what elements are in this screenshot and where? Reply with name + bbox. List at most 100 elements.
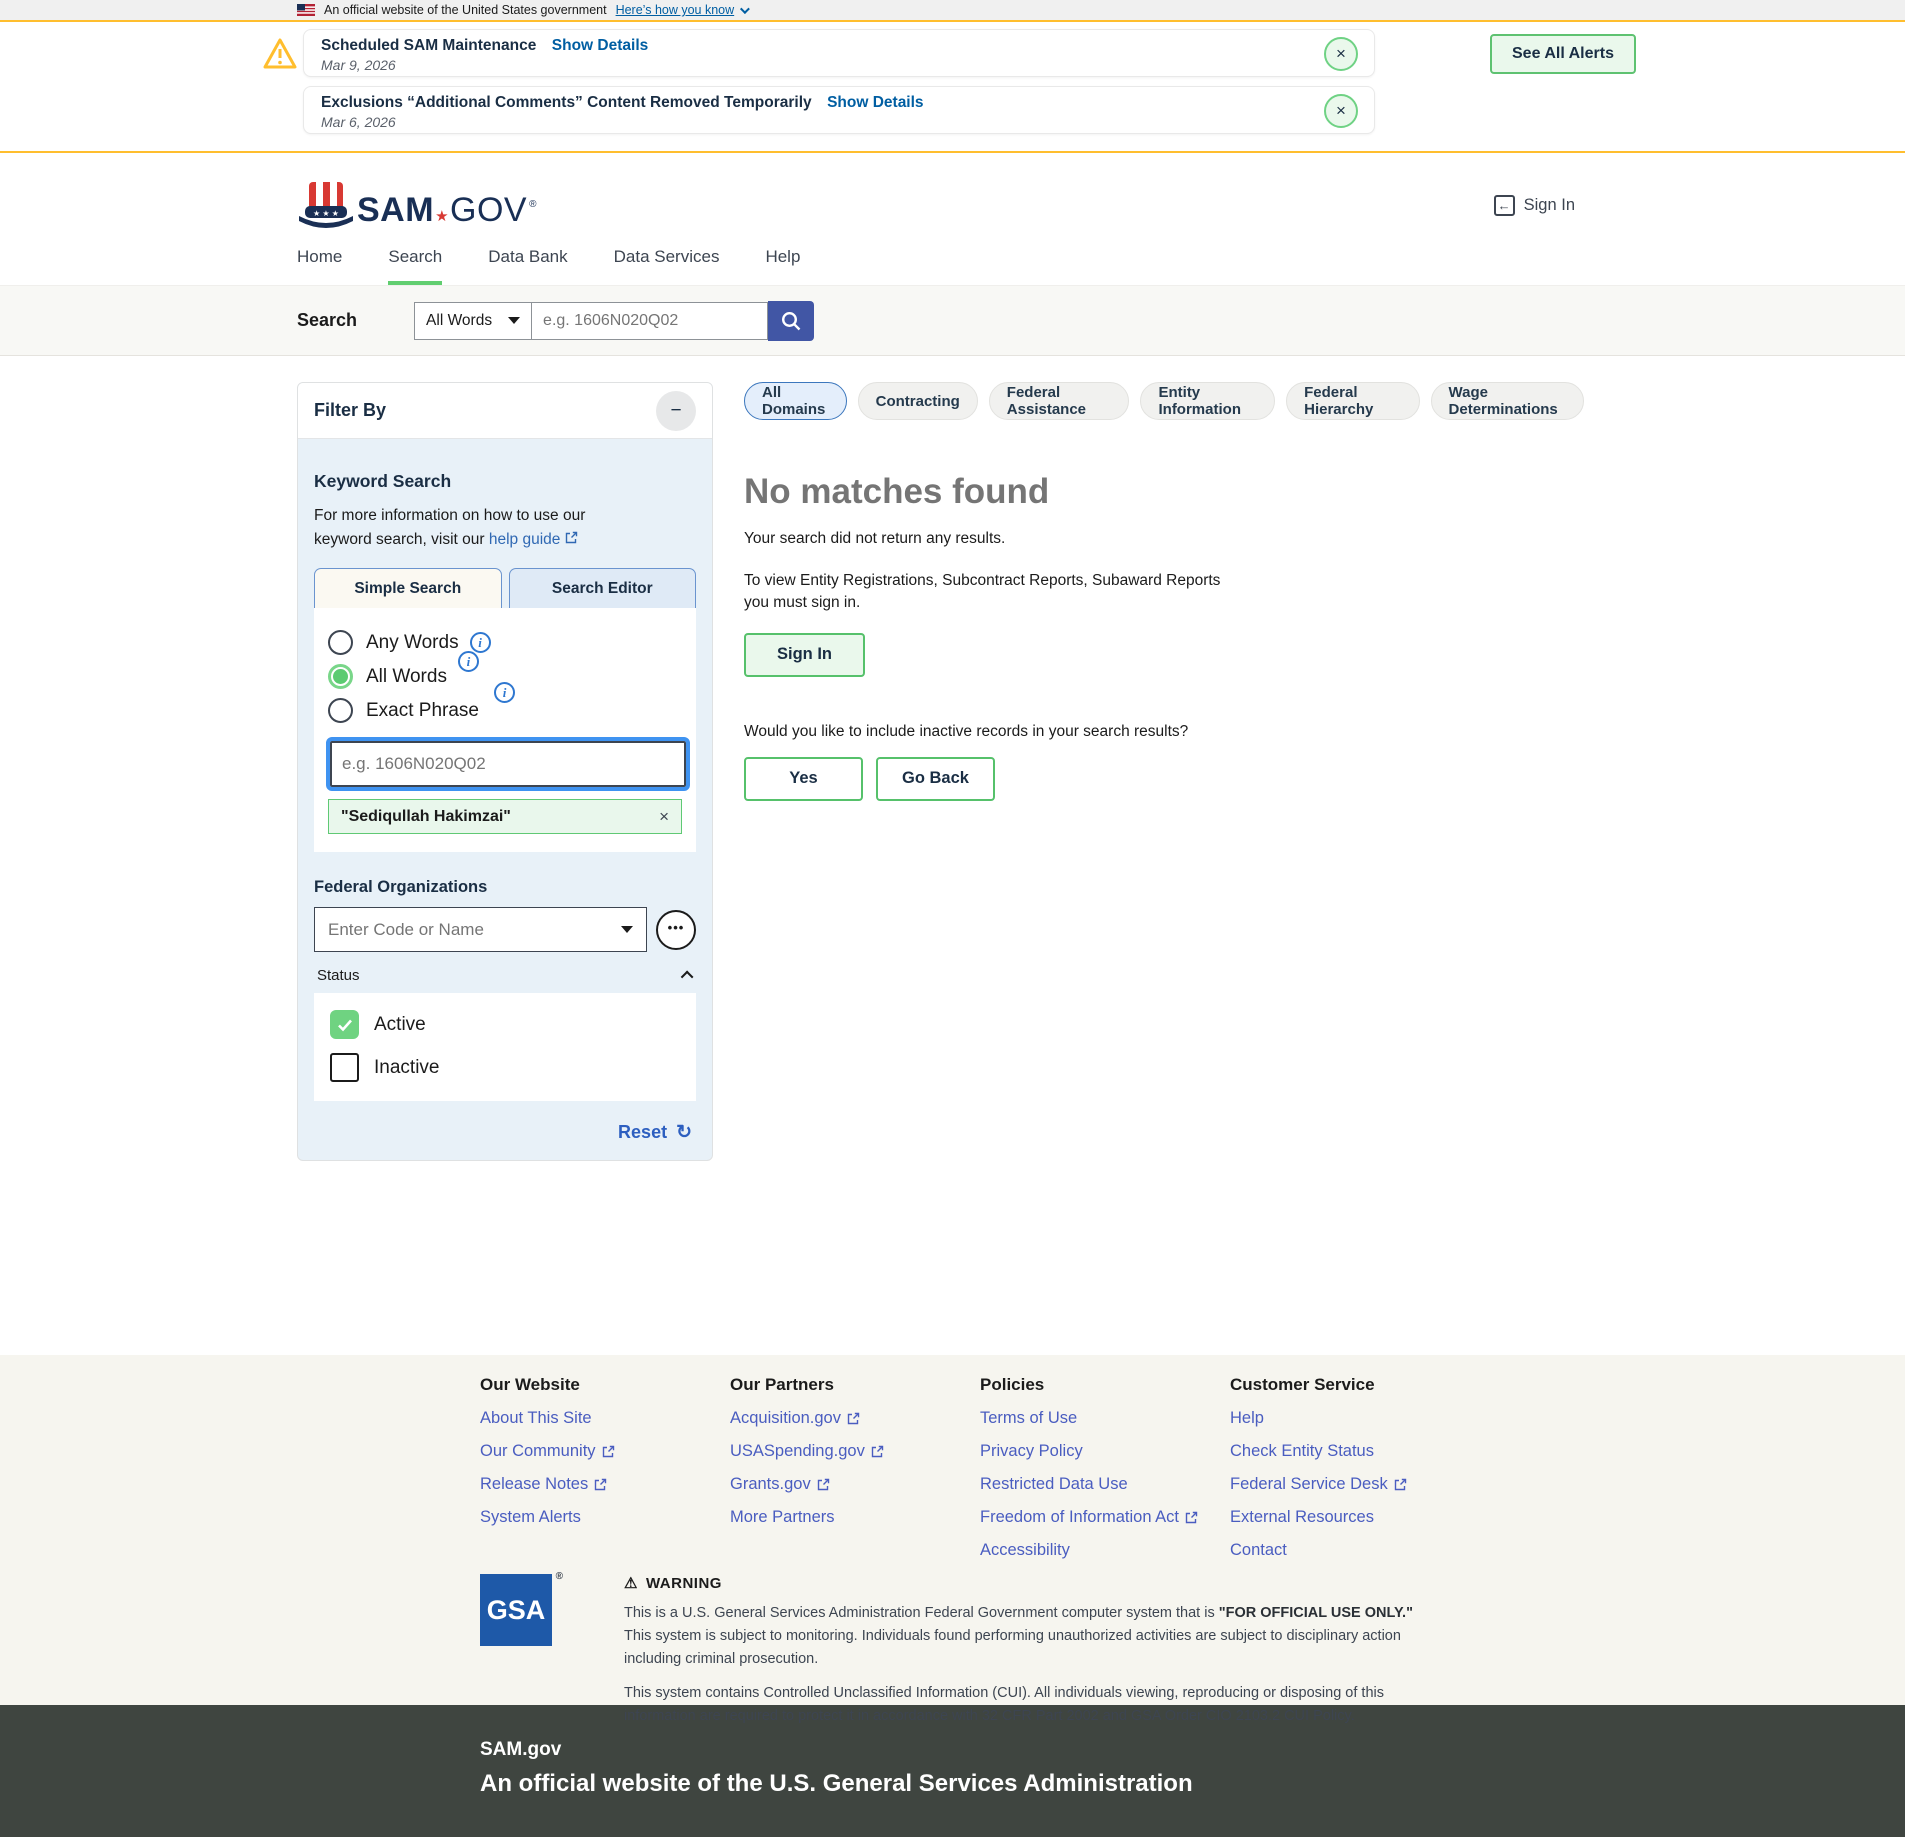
footer-link[interactable]: About This Site <box>480 1409 730 1428</box>
reset-icon[interactable]: ↻ <box>676 1121 692 1144</box>
nav-item-data-bank[interactable]: Data Bank <box>488 247 567 285</box>
alert-maintenance: Scheduled SAM Maintenance Show Details M… <box>303 29 1375 77</box>
sign-in-required-text: To view Entity Registrations, Subcontrac… <box>744 570 1249 615</box>
checkbox-row-active: Active <box>330 1010 680 1039</box>
gov-banner-text: An official website of the United States… <box>324 3 607 17</box>
sign-in-button[interactable]: Sign In <box>744 633 865 677</box>
footer-link[interactable]: Check Entity Status <box>1230 1442 1480 1461</box>
footer-link[interactable]: Privacy Policy <box>980 1442 1230 1461</box>
go-back-button[interactable]: Go Back <box>876 757 995 801</box>
see-all-alerts-button[interactable]: See All Alerts <box>1490 34 1636 74</box>
chip-wage-determinations[interactable]: Wage Determinations <box>1431 382 1584 420</box>
footer-col-customer-service: Customer Service Help Check Entity Statu… <box>1230 1375 1480 1560</box>
caret-down-icon <box>508 317 520 324</box>
search-mode-select[interactable]: All Words <box>414 302 532 340</box>
footer-col-our-website: Our Website About This Site Our Communit… <box>480 1375 730 1560</box>
keyword-input[interactable] <box>330 741 686 787</box>
tab-search-editor[interactable]: Search Editor <box>509 568 697 608</box>
chip-all-domains[interactable]: All Domains <box>744 382 847 420</box>
radio-exact-phrase[interactable] <box>328 698 353 723</box>
yes-button[interactable]: Yes <box>744 757 863 801</box>
footer-link[interactable]: Acquisition.gov <box>730 1409 980 1428</box>
nav-item-help[interactable]: Help <box>765 247 800 285</box>
close-alert-button[interactable]: × <box>1324 94 1358 128</box>
search-band: Search All Words <box>0 285 1905 356</box>
external-link-icon <box>871 1445 884 1458</box>
chevron-up-icon[interactable] <box>681 971 694 984</box>
enter-arrow-icon: ← <box>1494 195 1515 216</box>
footer-link[interactable]: Contact <box>1230 1541 1480 1560</box>
checkbox-active[interactable] <box>330 1010 359 1039</box>
footer-link[interactable]: Release Notes <box>480 1475 730 1494</box>
sign-in-link[interactable]: ← Sign In <box>1494 195 1575 216</box>
radio-any-words[interactable] <box>328 630 353 655</box>
keyword-tag: "Sediqullah Hakimzai" × <box>328 799 682 834</box>
footer-link[interactable]: USASpending.gov <box>730 1442 980 1461</box>
status-box: Active Inactive <box>314 993 696 1101</box>
sam-gov-logo[interactable]: ★ ★ ★ SAM★GOV® <box>297 180 537 230</box>
footer-link[interactable]: Accessibility <box>980 1541 1230 1560</box>
warning-heading: ⚠ WARNING <box>624 1574 1424 1592</box>
site-header: ★ ★ ★ SAM★GOV® ← Sign In <box>0 153 1905 247</box>
federal-organizations-heading: Federal Organizations <box>314 878 696 897</box>
chip-contracting[interactable]: Contracting <box>858 382 978 420</box>
tab-simple-search[interactable]: Simple Search <box>314 568 502 608</box>
footer-link[interactable]: Grants.gov <box>730 1475 980 1494</box>
logo-star-icon: ★ <box>435 207 449 225</box>
info-icon[interactable]: i <box>494 682 515 703</box>
alert-title: Exclusions “Additional Comments” Content… <box>321 94 812 111</box>
svg-text:★ ★ ★: ★ ★ ★ <box>313 209 339 218</box>
show-details-link[interactable]: Show Details <box>552 37 648 54</box>
search-button[interactable] <box>768 301 814 341</box>
main-nav: Home Search Data Bank Data Services Help <box>0 247 1905 285</box>
nav-item-search[interactable]: Search <box>388 247 442 285</box>
federal-org-combobox[interactable]: Enter Code or Name <box>314 907 647 952</box>
reset-link[interactable]: Reset <box>618 1122 667 1143</box>
close-alert-button[interactable]: × <box>1324 37 1358 71</box>
footer-col-policies: Policies Terms of Use Privacy Policy Res… <box>980 1375 1230 1560</box>
external-link-icon <box>817 1478 830 1491</box>
footer-link[interactable]: Restricted Data Use <box>980 1475 1230 1494</box>
chip-entity-information[interactable]: Entity Information <box>1140 382 1275 420</box>
no-results-text: Your search did not return any results. <box>744 530 1584 548</box>
info-icon[interactable]: i <box>470 632 491 653</box>
warning-icon: ⚠ <box>624 1574 638 1592</box>
warning-paragraph-2: This system contains Controlled Unclassi… <box>624 1682 1424 1728</box>
footer-link[interactable]: Freedom of Information Act <box>980 1508 1230 1527</box>
alert-date: Mar 9, 2026 <box>321 57 1304 73</box>
footer-link[interactable]: External Resources <box>1230 1508 1480 1527</box>
search-icon <box>780 310 802 332</box>
nav-item-data-services[interactable]: Data Services <box>614 247 720 285</box>
alert-exclusions: Exclusions “Additional Comments” Content… <box>303 86 1375 134</box>
footer-link[interactable]: Our Community <box>480 1442 730 1461</box>
info-icon[interactable]: i <box>458 651 479 672</box>
chip-federal-assistance[interactable]: Federal Assistance <box>989 382 1130 420</box>
external-link-icon <box>594 1478 607 1491</box>
keyword-search-heading: Keyword Search <box>314 471 696 492</box>
warning-paragraph-1: This is a U.S. General Services Administ… <box>624 1602 1424 1672</box>
chevron-down-icon <box>740 4 750 14</box>
footer-link[interactable]: Federal Service Desk <box>1230 1475 1480 1494</box>
footer-link[interactable]: Help <box>1230 1409 1480 1428</box>
footer-link[interactable]: More Partners <box>730 1508 980 1527</box>
external-link-icon <box>602 1445 615 1458</box>
uncle-sam-hat-icon: ★ ★ ★ <box>297 180 355 230</box>
footer-link[interactable]: Terms of Use <box>980 1409 1230 1428</box>
help-guide-link[interactable]: help guide <box>489 531 578 548</box>
nav-item-home[interactable]: Home <box>297 247 342 285</box>
chip-federal-hierarchy[interactable]: Federal Hierarchy <box>1286 382 1419 420</box>
search-input[interactable] <box>532 302 768 340</box>
remove-tag-icon[interactable]: × <box>659 807 669 827</box>
show-details-link[interactable]: Show Details <box>827 94 923 111</box>
keyword-tag-text: "Sediqullah Hakimzai" <box>341 808 511 826</box>
collapse-filter-button[interactable]: − <box>656 391 696 431</box>
how-you-know-link[interactable]: Here’s how you know <box>616 3 748 17</box>
filter-panel: Filter By − Keyword Search For more info… <box>297 382 713 1161</box>
footer-link[interactable]: System Alerts <box>480 1508 730 1527</box>
more-options-button[interactable]: ••• <box>656 910 696 950</box>
logo-text: SAM★GOV® <box>357 191 537 230</box>
radio-all-words[interactable] <box>328 664 353 689</box>
checkbox-inactive[interactable] <box>330 1053 359 1082</box>
warning-triangle-icon <box>262 36 298 72</box>
keyword-panel: Any Words i All Words i Exact Phrase i "… <box>314 608 696 852</box>
